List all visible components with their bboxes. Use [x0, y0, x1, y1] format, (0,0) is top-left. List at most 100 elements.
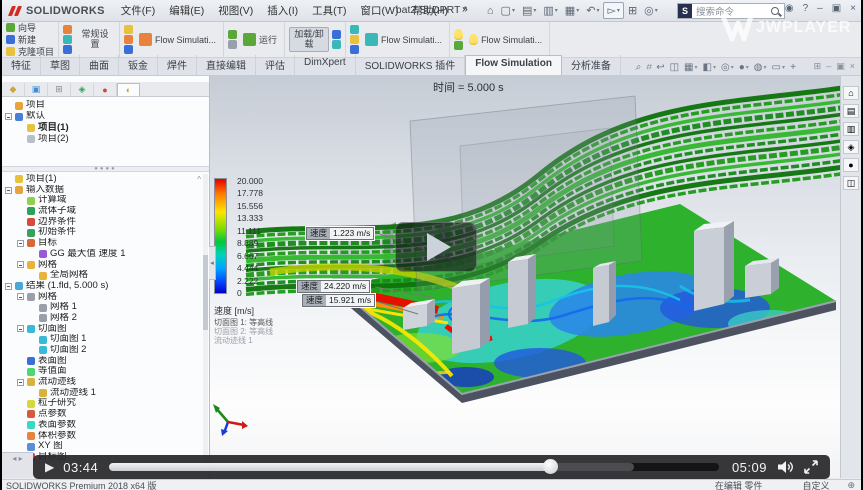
model-tab-scroll-strip[interactable]: ◂ ▸ [2, 452, 33, 478]
appearances-icon[interactable]: ● [843, 158, 859, 172]
tree-item[interactable]: XY 图 [2, 441, 209, 452]
command-tab[interactable]: 分析准备 [562, 55, 621, 75]
file-explorer-icon[interactable]: ▥ [843, 122, 859, 136]
status-custom-dropdown[interactable]: 自定义 [802, 479, 829, 490]
tree-item[interactable]: 切面图 [2, 324, 209, 335]
tree-item[interactable]: 项目 [2, 100, 209, 111]
tree-item[interactable]: 流动迹线 [2, 377, 209, 388]
menu-item[interactable]: 文件(F) [115, 1, 161, 20]
fullscreen-icon[interactable] [804, 460, 818, 474]
menu-item[interactable]: 编辑(E) [163, 1, 210, 20]
menu-item[interactable]: 插入(I) [261, 1, 304, 20]
tree-item[interactable]: 切面图 1 [2, 334, 209, 345]
tree-item[interactable]: 表面图 [2, 356, 209, 367]
video-play-button[interactable]: ▶ [33, 460, 63, 474]
property-manager-tab[interactable]: ▣ [25, 83, 48, 96]
view-palette-icon[interactable]: ◈ [843, 140, 859, 154]
view-orientation-icon: ▦ [684, 62, 693, 73]
command-tab[interactable]: 特征 [2, 55, 41, 75]
tree-item[interactable]: 边界条件 [2, 217, 209, 228]
tree-item[interactable]: 网格 2 [2, 313, 209, 324]
doc-minimize-icon[interactable]: – [826, 61, 831, 72]
tree-item[interactable]: 网格 1 [2, 302, 209, 313]
tree-item[interactable]: 等值面 [2, 366, 209, 377]
expander-icon[interactable] [5, 283, 12, 290]
expander-icon[interactable] [17, 325, 24, 332]
tree-item[interactable]: 结果 (1.fld, 5.000 s) [2, 281, 209, 292]
tree-scrollbar[interactable] [203, 174, 208, 463]
tree-item[interactable]: 网格 [2, 260, 209, 271]
doc-cascade-icon[interactable]: ⊞ [814, 61, 822, 72]
video-play-overlay-button[interactable] [395, 222, 477, 272]
command-tab[interactable]: 曲面 [80, 55, 119, 75]
expander-icon[interactable] [17, 293, 24, 300]
load-unload-button[interactable]: 加载/卸载 [289, 27, 329, 53]
video-scrubber-handle[interactable] [543, 459, 558, 474]
tree-item[interactable]: 切面图 2 [2, 345, 209, 356]
flow-simulation-display-button[interactable]: Flow Simulati... [466, 32, 545, 47]
select-icon: ▻ [607, 4, 615, 17]
command-tab[interactable]: 草图 [41, 55, 80, 75]
wizard-button[interactable]: 向导 [6, 22, 54, 33]
tree-item[interactable]: 目标 [2, 238, 209, 249]
tree-item[interactable]: 粒子研究 [2, 398, 209, 409]
tree-item[interactable]: 网格 [2, 292, 209, 303]
expander-icon[interactable] [17, 379, 24, 386]
tree-item[interactable]: 项目(2) [2, 134, 209, 145]
expander-icon[interactable] [5, 187, 12, 194]
design-library-icon[interactable]: ▤ [843, 104, 859, 118]
tree-item[interactable]: 计算域 [2, 195, 209, 206]
velocity-callout[interactable]: 速度1.223 m/s [306, 227, 374, 240]
expander-icon[interactable] [5, 113, 12, 120]
volume-icon[interactable] [777, 460, 794, 474]
tree-item[interactable]: 初始条件 [2, 227, 209, 238]
custom-properties-icon[interactable]: ◫ [843, 176, 859, 190]
expander-icon[interactable] [17, 261, 24, 268]
velocity-callout[interactable]: 速度15.921 m/s [302, 294, 375, 307]
tree-item[interactable]: 体积参数 [2, 431, 209, 442]
graphics-viewport[interactable]: 时间 = 5.000 s [210, 76, 840, 478]
new-project-button[interactable]: 新建 [6, 34, 54, 45]
dimxpert-manager-tab[interactable]: ◈ [71, 83, 94, 96]
lightbulb-icon[interactable] [454, 29, 463, 40]
doc-close-icon[interactable]: × [850, 61, 855, 72]
panel-collapse-handle[interactable]: ◂ [209, 246, 216, 280]
tree-item[interactable]: 流动迹线 1 [2, 388, 209, 399]
flow-simulation-tools-button[interactable]: Flow Simulati... [362, 31, 445, 48]
video-progress-bar[interactable] [109, 463, 719, 471]
display-manager-tab[interactable]: ● [94, 83, 117, 96]
tree-item[interactable]: 输入数据 [2, 185, 209, 196]
command-tab[interactable]: 钣金 [119, 55, 158, 75]
velocity-callout[interactable]: 速度24.220 m/s [297, 280, 370, 293]
tree-item[interactable]: 项目(1) [2, 122, 209, 133]
tree-item-icon [39, 304, 47, 312]
tree-item[interactable]: GG 最大值 速度 1 [2, 249, 209, 260]
expander-icon[interactable] [17, 240, 24, 247]
tree-item[interactable]: 流体子域 [2, 206, 209, 217]
command-tab[interactable]: 评估 [256, 55, 295, 75]
command-tab[interactable]: DimXpert [295, 55, 356, 75]
resources-home-icon[interactable]: ⌂ [843, 86, 859, 100]
application-window: SOLIDWORKS 文件(F)编辑(E)视图(V)插入(I)工具(T)窗口(W… [2, 0, 861, 490]
tree-item[interactable]: 点参数 [2, 409, 209, 420]
tree-item[interactable]: 默认 [2, 111, 209, 122]
menu-item[interactable]: 工具(T) [306, 1, 352, 20]
tree-item[interactable]: 表面参数 [2, 420, 209, 431]
tree-collapse-icon[interactable]: ^ [197, 175, 201, 184]
scrollbar-thumb[interactable] [203, 255, 208, 330]
globe-icon: ⊕ [847, 480, 855, 490]
flow-simulation-features-button[interactable]: Flow Simulati... [136, 31, 219, 48]
doc-restore-icon[interactable]: ▣ [836, 61, 845, 72]
run-button[interactable]: 运行 [240, 31, 280, 48]
tree-item[interactable]: 项目(1) [2, 174, 209, 185]
menu-item[interactable]: 视图(V) [212, 1, 259, 20]
feature-manager-tab[interactable]: ◆ [2, 83, 25, 96]
configuration-manager-tab[interactable]: ⊞ [48, 83, 71, 96]
command-tab[interactable]: Flow Simulation [465, 55, 562, 75]
command-tab[interactable]: 直接编辑 [197, 55, 256, 75]
command-tab[interactable]: 焊件 [158, 55, 197, 75]
command-tab[interactable]: SOLIDWORKS 插件 [356, 55, 466, 75]
tree-item[interactable]: 全局网格 [2, 270, 209, 281]
general-settings-button[interactable]: 常规设置 [75, 28, 115, 52]
simulation-tree-tab[interactable]: ◐ [117, 83, 140, 96]
